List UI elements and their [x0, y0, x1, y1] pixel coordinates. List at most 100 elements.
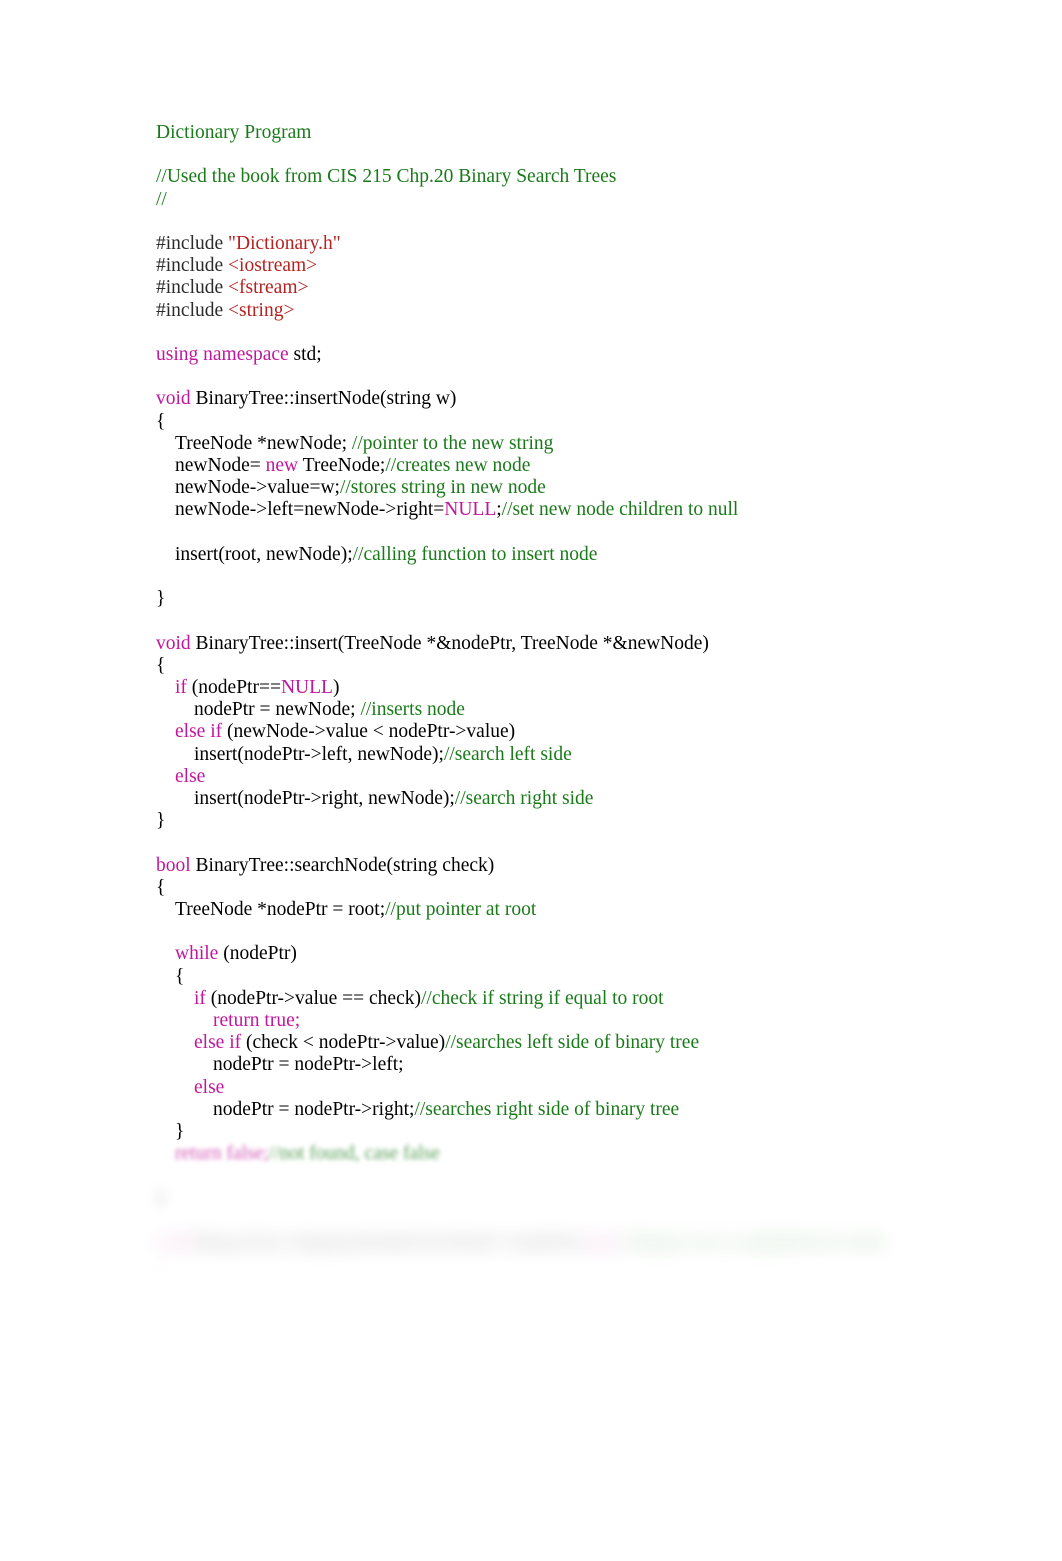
code-token-keyword: NULL: [280, 676, 333, 698]
code-line: if (nodePtr->value == check)//check if s…: [156, 988, 986, 1010]
code-token-comment: //display tree in alphabetical order: [619, 1231, 886, 1253]
code-line: {: [156, 411, 986, 433]
code-line: return false;//not found, case false: [156, 1143, 986, 1165]
code-token-comment: //set new node children to null: [501, 499, 739, 521]
code-token-comment: //check if string if equal to root: [420, 987, 664, 1009]
code-token-plain: ): [332, 676, 340, 698]
code-line: insert(nodePtr->left, newNode);//search …: [156, 744, 986, 766]
code-token-keyword: void: [156, 388, 191, 410]
code-token-plain: nodePtr = nodePtr->right;: [213, 1098, 415, 1120]
code-token-keyword: NULL: [444, 499, 497, 521]
code-token-comment: //inserts node: [360, 699, 465, 721]
code-token-plain: {: [156, 1254, 166, 1276]
code-token-plain: }: [156, 588, 166, 610]
code-token-plain: BinaryTree::displayInOrder(TreeNode *nod…: [190, 1231, 579, 1253]
code-token-keyword: bool: [156, 854, 191, 876]
code-token-plain: newNode=: [175, 454, 266, 476]
code-line: void BinaryTree::insert(TreeNode *&nodeP…: [156, 633, 986, 655]
code-line: //: [156, 189, 986, 211]
code-line: TreeNode *newNode; //pointer to the new …: [156, 433, 986, 455]
code-token-preproc: #include: [156, 277, 229, 299]
code-token-keyword: else if: [175, 721, 223, 743]
code-token-plain: nodePtr = newNode;: [194, 699, 361, 721]
code-token-plain: }: [156, 1187, 166, 1209]
code-token-plain: }: [175, 1121, 185, 1142]
code-token-comment: //Used the book from CIS 215 Chp.20 Bina…: [156, 166, 617, 188]
code-token-plain: insert(nodePtr->left, newNode);: [194, 743, 444, 765]
code-line: else if (check < nodePtr->value)//search…: [156, 1032, 986, 1054]
code-token-string: "Dictionary.h": [228, 232, 341, 254]
code-token-plain: TreeNode *nodePtr = root;: [175, 898, 386, 920]
code-token-keyword: new: [265, 454, 299, 476]
code-token-comment: //stores string in new node: [339, 477, 546, 499]
code-line: else: [156, 1077, 986, 1099]
code-token-keyword: void: [156, 1231, 191, 1253]
code-line: }: [156, 1121, 986, 1143]
code-token-plain: newNode->value=w;: [175, 477, 340, 499]
code-line: while (nodePtr): [156, 943, 986, 965]
code-line: void BinaryTree::displayInOrder(TreeNode…: [156, 1232, 986, 1254]
code-token-plain: std;: [288, 343, 322, 365]
code-token-plain: {: [156, 410, 166, 432]
code-token-comment: //searches left side of binary tree: [445, 1032, 700, 1054]
code-line: void BinaryTree::insertNode(string w): [156, 388, 986, 410]
code-token-string: <iostream>: [228, 255, 318, 277]
code-line: else: [156, 766, 986, 788]
code-token-keyword: if: [175, 676, 187, 698]
code-token-keyword: else: [194, 1076, 225, 1098]
code-token-comment: Dictionary Program: [156, 122, 312, 143]
code-token-keyword: void: [156, 632, 191, 654]
code-token-keyword: return true;: [213, 1009, 301, 1031]
code-token-plain: BinaryTree::searchNode(string check): [190, 854, 495, 876]
code-token-comment: //searches right side of binary tree: [414, 1098, 680, 1120]
code-token-plain: TreeNode *newNode;: [175, 432, 352, 454]
code-token-preproc: #include: [156, 232, 229, 254]
code-token-string: <string>: [228, 299, 295, 321]
code-line: #include "Dictionary.h": [156, 233, 986, 255]
code-token-comment: //: [156, 188, 167, 210]
code-line: //Used the book from CIS 215 Chp.20 Bina…: [156, 166, 986, 188]
code-token-plain: BinaryTree::insert(TreeNode *&nodePtr, T…: [190, 632, 709, 654]
code-line: insert(nodePtr->right, newNode);//search…: [156, 788, 986, 810]
code-token-keyword: const: [578, 1231, 620, 1253]
code-token-keyword: using namespace: [156, 343, 289, 365]
code-token-comment: //creates new node: [385, 454, 531, 476]
code-line: #include <string>: [156, 300, 986, 322]
code-line: nodePtr = nodePtr->left;: [156, 1054, 986, 1076]
code-line: insert(root, newNode);//calling function…: [156, 544, 986, 566]
code-listing: Dictionary Program //Used the book from C…: [156, 122, 986, 1276]
code-line: #include <iostream>: [156, 255, 986, 277]
code-line: bool BinaryTree::searchNode(string check…: [156, 855, 986, 877]
code-line: TreeNode *nodePtr = root;//put pointer a…: [156, 899, 986, 921]
code-line: nodePtr = newNode; //inserts node: [156, 699, 986, 721]
code-line: {: [156, 877, 986, 899]
code-token-plain: insert(nodePtr->right, newNode);: [194, 787, 455, 809]
code-token-preproc: #include: [156, 299, 229, 321]
code-line: Dictionary Program: [156, 122, 986, 144]
code-token-plain: TreeNode;: [298, 454, 386, 476]
code-line: if (nodePtr==NULL): [156, 677, 986, 699]
document-page: Dictionary Program //Used the book from C…: [0, 0, 1062, 1561]
code-line: newNode= new TreeNode;//creates new node: [156, 455, 986, 477]
code-line: newNode->left=newNode->right=NULL;//set …: [156, 499, 986, 521]
code-token-keyword: return false;: [175, 1143, 269, 1165]
code-token-keyword: else: [175, 765, 206, 787]
code-token-plain: (check < nodePtr->value): [241, 1032, 446, 1054]
code-token-plain: (nodePtr==: [186, 676, 281, 698]
code-token-plain: insert(root, newNode);: [175, 543, 353, 565]
code-token-keyword: if: [194, 987, 206, 1009]
code-token-plain: (nodePtr): [218, 943, 297, 965]
code-token-comment: //search right side: [454, 787, 594, 809]
code-token-plain: {: [156, 654, 166, 676]
code-token-keyword: while: [175, 943, 219, 965]
code-token-plain: (nodePtr->value == check): [205, 987, 421, 1009]
